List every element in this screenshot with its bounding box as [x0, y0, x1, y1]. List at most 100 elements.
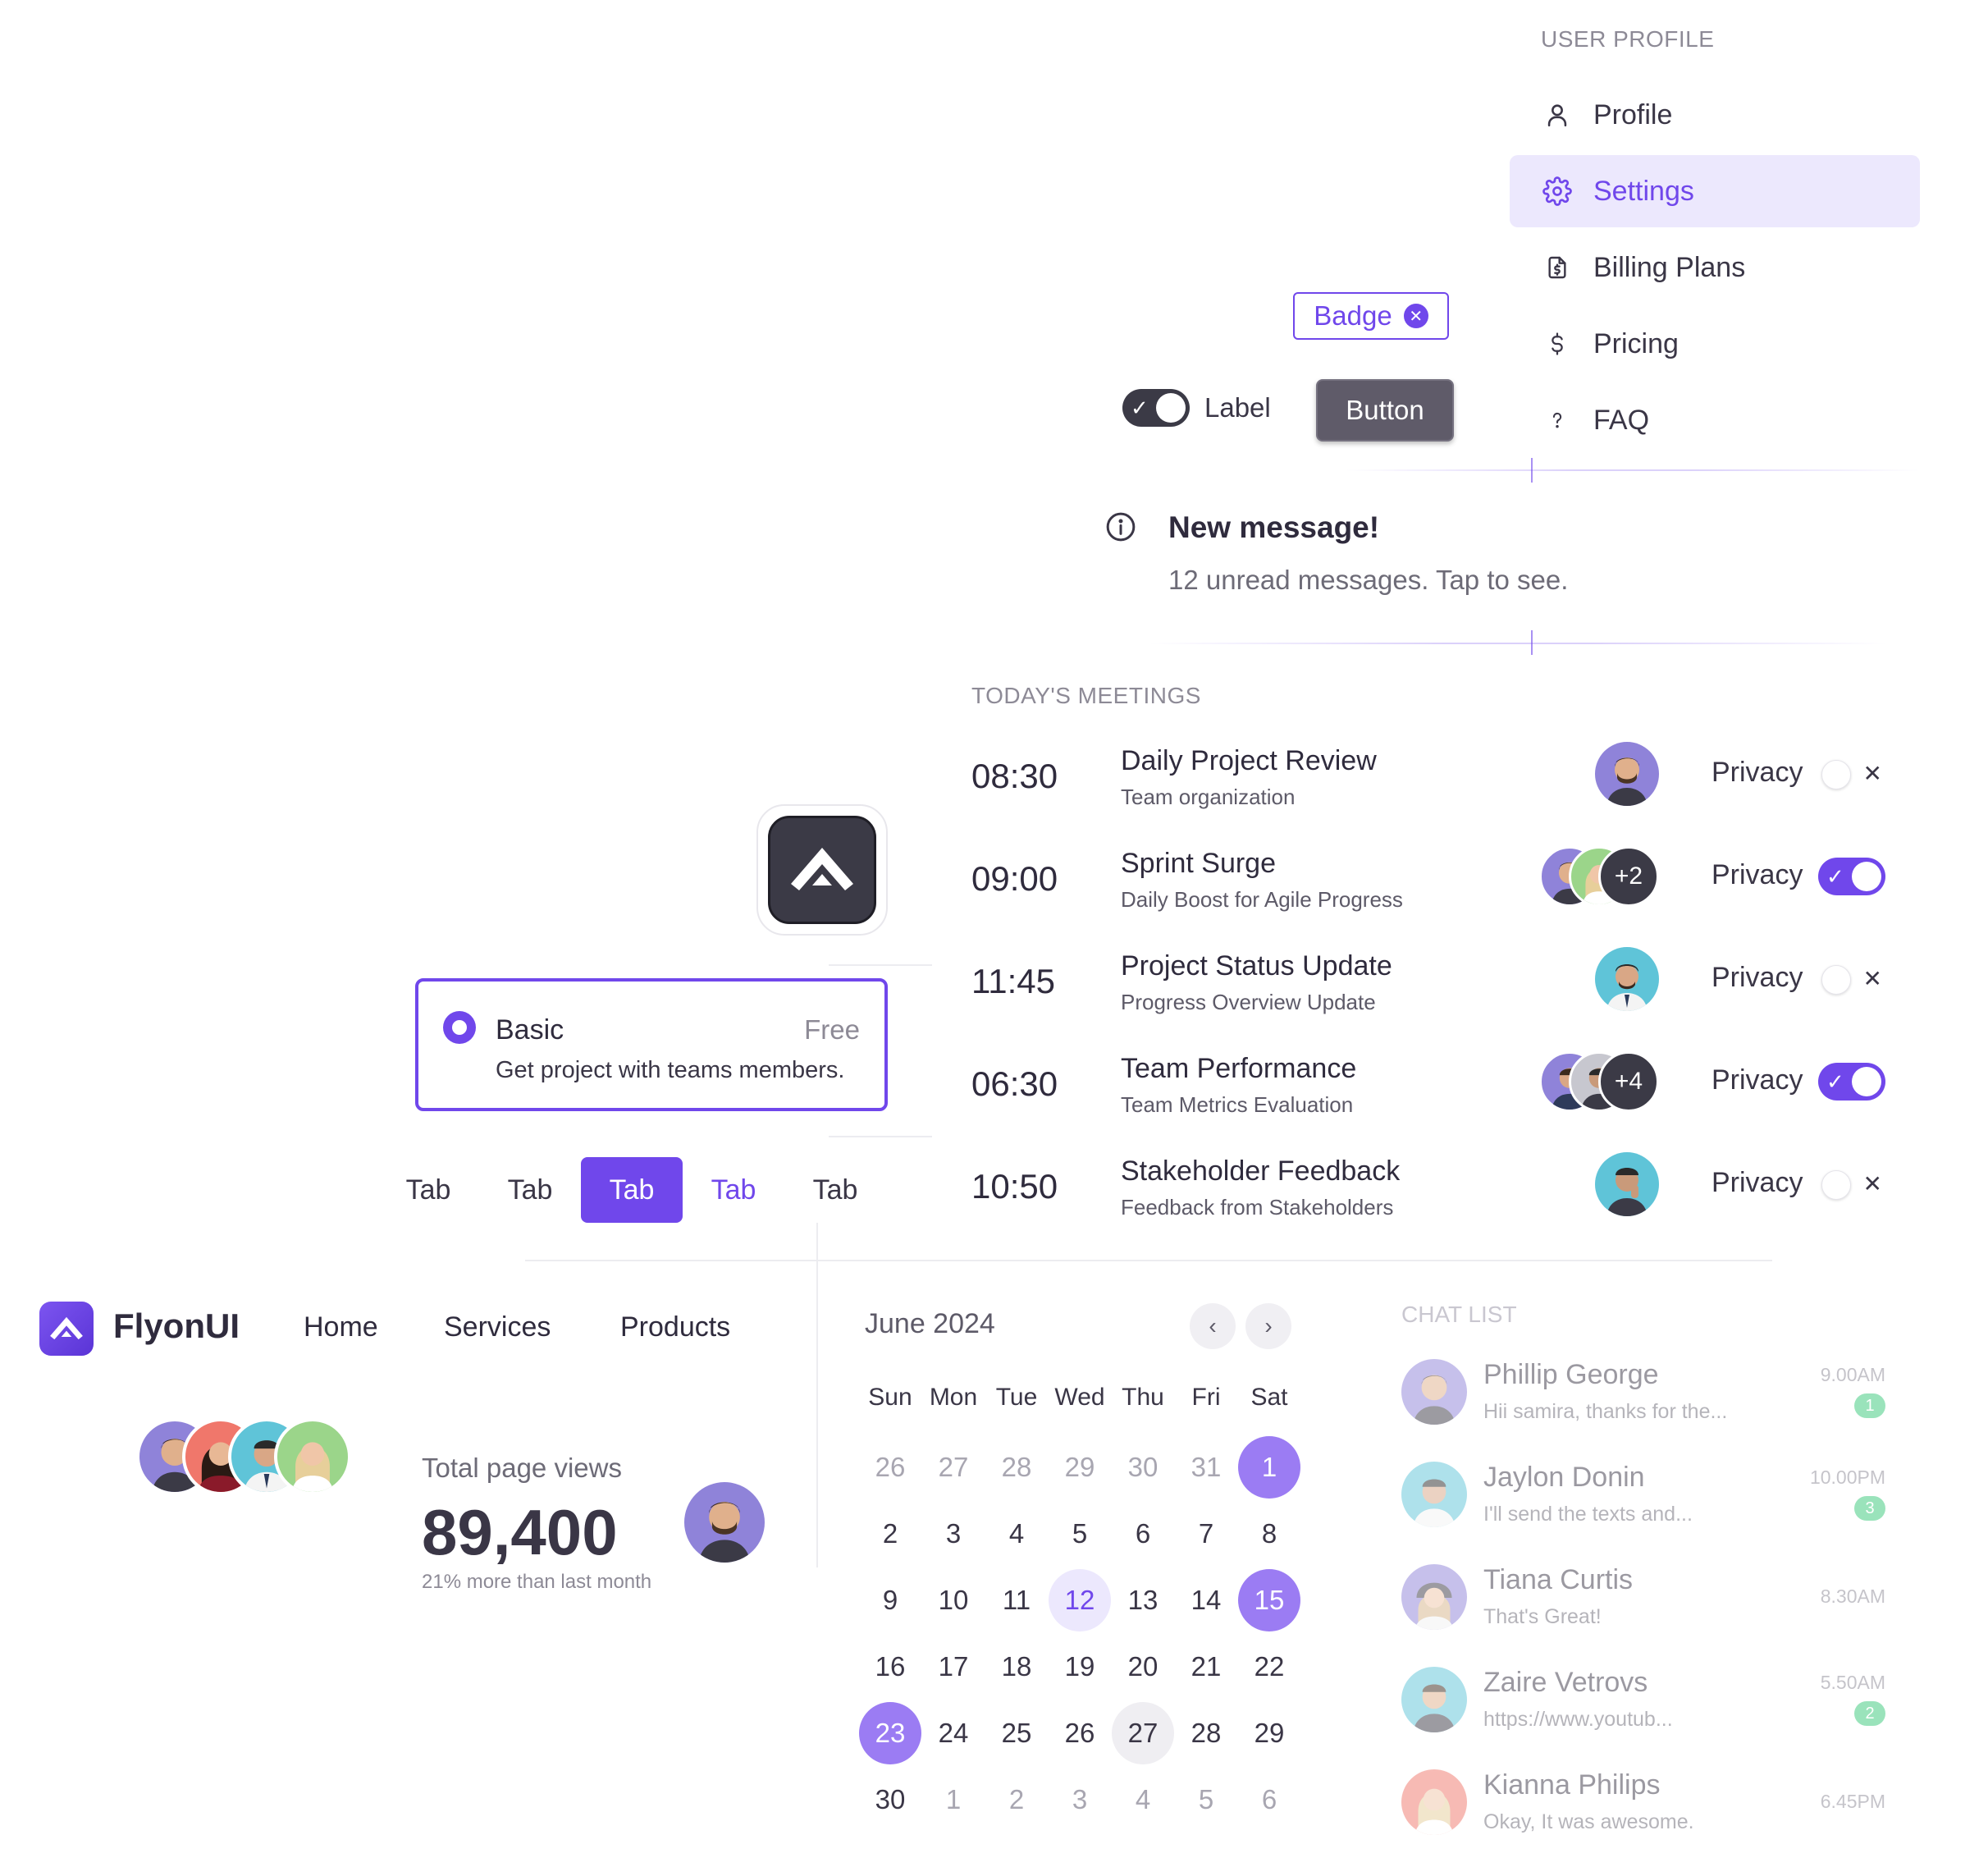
- plan-option-card[interactable]: Basic Free Get project with teams member…: [415, 978, 888, 1111]
- avatar[interactable]: [274, 1418, 351, 1495]
- calendar-day-outside[interactable]: 26: [859, 1436, 921, 1499]
- meeting-subtitle: Team Metrics Evaluation: [1121, 1092, 1354, 1117]
- badge-label: Badge: [1314, 300, 1392, 331]
- calendar-day[interactable]: 30: [859, 1769, 921, 1831]
- calendar-day[interactable]: 1: [1238, 1436, 1300, 1499]
- calendar-day-outside[interactable]: 27: [922, 1436, 985, 1499]
- menu-item-pricing[interactable]: Pricing: [1510, 308, 1920, 380]
- calendar-day[interactable]: 3: [922, 1503, 985, 1565]
- primary-button[interactable]: Button: [1316, 379, 1454, 442]
- calendar-day[interactable]: 26: [1049, 1702, 1111, 1764]
- calendar-day[interactable]: 24: [922, 1702, 985, 1764]
- calendar-day-outside[interactable]: 28: [985, 1436, 1048, 1499]
- plan-name: Basic: [496, 1014, 564, 1046]
- flyonui-logo-icon[interactable]: [39, 1302, 94, 1356]
- calendar-day[interactable]: 21: [1175, 1636, 1237, 1698]
- calendar-day-outside[interactable]: 29: [1049, 1436, 1111, 1499]
- privacy-toggle[interactable]: ✕: [1818, 1165, 1885, 1203]
- flyonui-logo-icon: [768, 816, 876, 924]
- calendar-day[interactable]: 5: [1049, 1503, 1111, 1565]
- chevron-left-icon[interactable]: ‹: [1190, 1303, 1236, 1349]
- radio-selected[interactable]: [443, 1011, 476, 1044]
- calendar-day[interactable]: 25: [985, 1702, 1048, 1764]
- chat-time: 5.50AM: [1820, 1672, 1885, 1693]
- tab-3-active[interactable]: Tab: [581, 1157, 683, 1223]
- privacy-toggle[interactable]: ✕: [1818, 960, 1885, 998]
- calendar-day[interactable]: 14: [1175, 1569, 1237, 1631]
- calendar-day[interactable]: 13: [1112, 1569, 1174, 1631]
- invoice-dollar-icon: [1541, 251, 1574, 284]
- calendar-day-outside[interactable]: 30: [1112, 1436, 1174, 1499]
- chevron-right-icon[interactable]: ›: [1245, 1303, 1291, 1349]
- calendar-day[interactable]: 18: [985, 1636, 1048, 1698]
- alert-text[interactable]: 12 unread messages. Tap to see.: [1168, 565, 1568, 596]
- chat-item[interactable]: Jaylon Donin I'll send the texts and... …: [1401, 1462, 1885, 1552]
- menu-item-settings[interactable]: Settings: [1510, 155, 1920, 227]
- calendar-day[interactable]: 19: [1049, 1636, 1111, 1698]
- chat-item[interactable]: Tiana Curtis That's Great! 8.30AM: [1401, 1564, 1885, 1654]
- menu-item-profile[interactable]: Profile: [1510, 79, 1920, 151]
- meeting-subtitle: Progress Overview Update: [1121, 990, 1376, 1014]
- calendar-day[interactable]: 16: [859, 1636, 921, 1698]
- chat-item[interactable]: Phillip George Hii samira, thanks for th…: [1401, 1359, 1885, 1449]
- meeting-title: Project Status Update: [1121, 950, 1392, 982]
- calendar-day[interactable]: 29: [1238, 1702, 1300, 1764]
- nav-link-products[interactable]: Products: [620, 1311, 730, 1343]
- calendar-day[interactable]: 17: [922, 1636, 985, 1698]
- calendar-day[interactable]: 15: [1238, 1569, 1300, 1631]
- nav-link-services[interactable]: Services: [444, 1311, 551, 1343]
- nav-link-home[interactable]: Home: [304, 1311, 378, 1343]
- labeled-toggle: ✓ Label: [1122, 389, 1271, 427]
- calendar-day-outside[interactable]: 2: [985, 1769, 1048, 1831]
- calendar-day-outside[interactable]: 4: [1112, 1769, 1174, 1831]
- chat-message: That's Great!: [1483, 1605, 1602, 1628]
- calendar-day[interactable]: 8: [1238, 1503, 1300, 1565]
- calendar-day[interactable]: 12: [1049, 1569, 1111, 1631]
- privacy-label: Privacy: [1712, 1167, 1803, 1198]
- avatar[interactable]: [1595, 1152, 1659, 1216]
- tab-1[interactable]: Tab: [377, 1157, 479, 1223]
- menu-item-billing-plans[interactable]: Billing Plans: [1510, 231, 1920, 304]
- calendar-day[interactable]: 10: [922, 1569, 985, 1631]
- menu-item-faq[interactable]: FAQ: [1510, 384, 1920, 456]
- calendar-day[interactable]: 23: [859, 1702, 921, 1764]
- switch-toggle[interactable]: ✓: [1122, 389, 1190, 427]
- avatar[interactable]: [1595, 947, 1659, 1011]
- calendar-day-outside[interactable]: 31: [1175, 1436, 1237, 1499]
- chat-item[interactable]: Kianna Philips Okay, It was awesome. 6.4…: [1401, 1769, 1885, 1860]
- calendar-day-outside[interactable]: 1: [922, 1769, 985, 1831]
- calendar-day[interactable]: 9: [859, 1569, 921, 1631]
- privacy-toggle[interactable]: ✓: [1818, 1063, 1885, 1101]
- chat-time: 9.00AM: [1820, 1364, 1885, 1385]
- calendar-day[interactable]: 22: [1238, 1636, 1300, 1698]
- calendar-day[interactable]: 28: [1175, 1702, 1237, 1764]
- calendar-day[interactable]: 20: [1112, 1636, 1174, 1698]
- calendar-day[interactable]: 4: [985, 1503, 1048, 1565]
- meeting-row: 09:00 Sprint Surge Daily Boost for Agile…: [971, 841, 1887, 931]
- avatar[interactable]: [1595, 742, 1659, 806]
- x-icon: ✕: [1862, 966, 1882, 991]
- calendar-day[interactable]: 6: [1112, 1503, 1174, 1565]
- chat-time: 8.30AM: [1820, 1586, 1885, 1607]
- calendar-weekday: Sat: [1250, 1384, 1288, 1411]
- calendar-weekday: Mon: [929, 1384, 978, 1411]
- privacy-toggle[interactable]: ✕: [1818, 755, 1885, 793]
- calendar-day[interactable]: 7: [1175, 1503, 1237, 1565]
- calendar-day-outside[interactable]: 5: [1175, 1769, 1237, 1831]
- tab-5[interactable]: Tab: [784, 1157, 886, 1223]
- more-avatars-count[interactable]: +4: [1598, 1051, 1659, 1112]
- menu-item-label: Pricing: [1593, 327, 1679, 359]
- calendar-day-outside[interactable]: 6: [1238, 1769, 1300, 1831]
- close-circle-icon[interactable]: ✕: [1403, 304, 1428, 328]
- tab-2[interactable]: Tab: [479, 1157, 581, 1223]
- privacy-toggle[interactable]: ✓: [1818, 858, 1885, 895]
- more-avatars-count[interactable]: +2: [1598, 846, 1659, 907]
- calendar-day[interactable]: 2: [859, 1503, 921, 1565]
- tab-4[interactable]: Tab: [683, 1157, 784, 1223]
- chat-item[interactable]: Zaire Vetrovs https://www.youtub... 5.50…: [1401, 1667, 1885, 1757]
- divider: [829, 964, 932, 966]
- calendar-day-outside[interactable]: 3: [1049, 1769, 1111, 1831]
- calendar-day[interactable]: 11: [985, 1569, 1048, 1631]
- calendar-day[interactable]: 27: [1112, 1702, 1174, 1764]
- brand-name[interactable]: FlyonUI: [113, 1306, 240, 1346]
